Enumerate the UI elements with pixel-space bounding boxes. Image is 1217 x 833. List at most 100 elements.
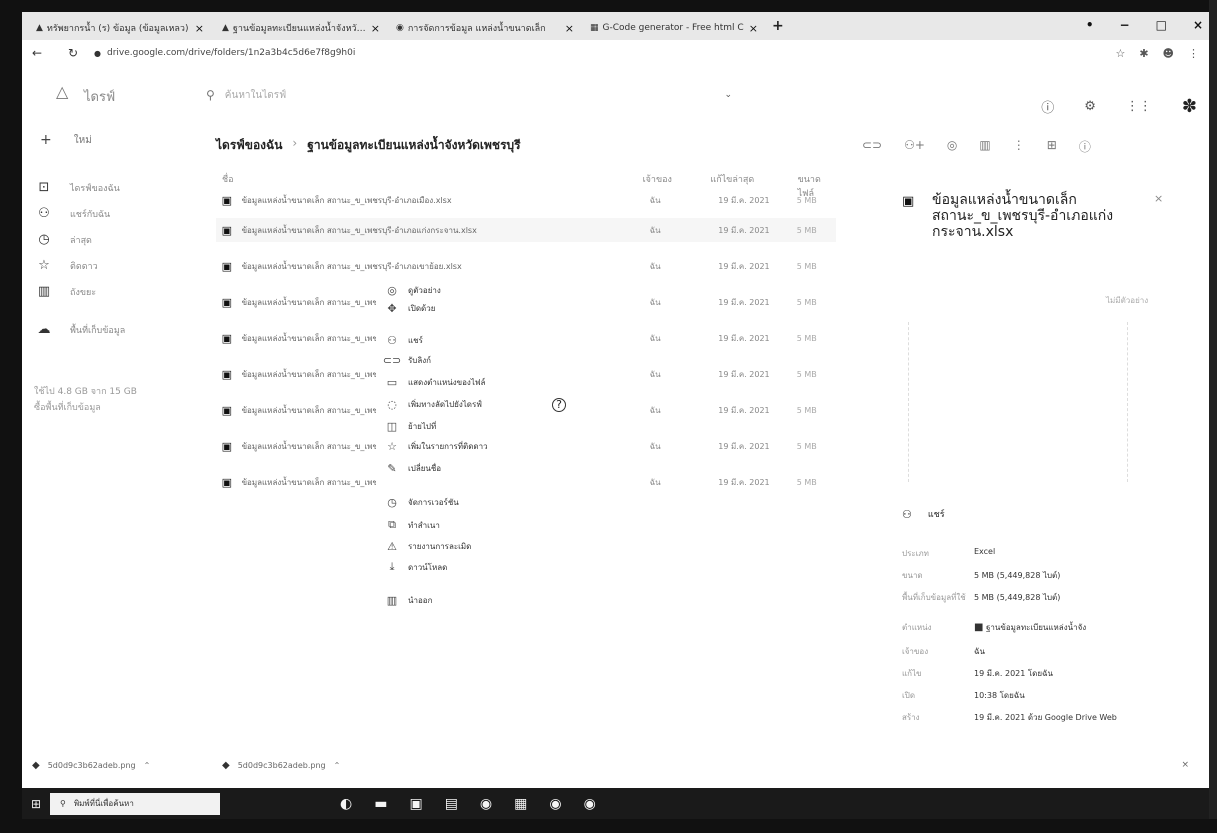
tab-close-icon[interactable]: × [371,22,380,35]
add-person-icon[interactable]: ⚇+ [904,138,925,155]
browser-tab-2[interactable]: ▲ ฐานข้อมูลทะเบียนแหล่งน้ำจังหวัดเพชรบุร… [216,16,386,40]
info-icon[interactable]: ⓘ [1079,138,1091,155]
menu-item-label: เปิดด้วย [408,304,436,313]
sidebar-item-storage[interactable]: ☁ พื้นที่เก็บข้อมูล [36,322,126,337]
profile-dot-icon[interactable]: • [1086,18,1094,32]
search-options-icon[interactable]: ⌄ [724,90,732,100]
apps-icon[interactable]: ⋮⋮ [1126,99,1152,114]
tab-title: G-Code generator - Free html C [602,23,744,33]
explorer-icon[interactable]: ▣ [409,796,422,812]
sidebar-item-my-drive[interactable]: ⊡ ไดรฟ์ของฉัน [36,180,120,195]
back-icon[interactable]: ← [32,46,58,60]
new-button[interactable]: + ใหม่ [40,132,92,148]
edge-icon[interactable]: ◐ [340,796,352,812]
download-item[interactable]: ◆ 5d0d9c3b62adeb.png ⌃ [222,760,402,771]
menu-item-preview[interactable]: ◎ ดูตัวอย่าง [376,284,576,297]
sidebar-item-trash[interactable]: ▥ ถังขยะ [36,284,96,299]
breadcrumb-root[interactable]: ไดรฟ์ของฉัน [216,136,282,155]
search-input[interactable]: ค้นหาในไดรฟ์ [225,88,286,103]
excel-file-icon: ▣ [221,223,232,237]
link-icon[interactable]: ⊂⊃ [862,138,882,155]
menu-item-add-shortcut[interactable]: ◌ เพิ่มทางลัดไปยังไดรฟ์ ? [376,397,576,412]
chrome-icon[interactable]: ◉ [480,796,492,812]
tab-close-icon[interactable]: × [565,22,574,35]
minimize-button[interactable]: − [1120,18,1130,32]
menu-item-open-with[interactable]: ✥ เปิดด้วย [376,302,576,315]
url-field[interactable]: drive.google.com/drive/folders/1n2a3b4c5… [107,48,355,58]
file-row[interactable]: ▣ ข้อมูลแหล่งน้ำขนาดเล็ก สถานะ_ข_เพชรบุร… [216,188,836,212]
grid-view-icon[interactable]: ⊞ [1047,138,1057,155]
starred-icon: ☆ [38,258,50,273]
buy-storage-link[interactable]: ซื้อพื้นที่เก็บข้อมูล [34,400,137,416]
property-value: ฉัน [974,647,985,656]
download-item[interactable]: ◆ 5d0d9c3b62adeb.png ⌃ [32,760,212,771]
chrome-3-icon[interactable]: ◉ [584,796,596,812]
chevron-up-icon[interactable]: ⌃ [334,761,341,770]
tab-close-icon[interactable]: × [195,22,204,35]
star-bookmark-icon[interactable]: ☆ [1115,47,1125,60]
excel-file-icon: ▣ [221,259,232,273]
delete-icon[interactable]: ▥ [979,138,990,155]
extension-icon[interactable]: ✱ [1139,47,1148,60]
more-icon[interactable]: ⋮ [1013,138,1025,155]
menu-item-move[interactable]: ◫ ย้ายไปที่ [376,420,576,433]
sidebar-item-recent[interactable]: ◷ ล่าสุด [36,232,92,247]
menu-item-manage-versions[interactable]: ◷ จัดการเวอร์ชัน [376,496,576,509]
drive-icon: ▲ [222,23,229,33]
drive-logo-icon[interactable]: △ [56,82,68,101]
preview-icon[interactable]: ◎ [947,138,957,155]
menu-item-add-star[interactable]: ☆ เพิ่มในรายการที่ติดดาว [376,440,576,453]
download-file-name: 5d0d9c3b62adeb.png [47,760,136,770]
menu-item-remove[interactable]: ▥ นำออก [376,594,576,607]
drive-logo-text[interactable]: ไดรฟ์ [84,86,115,107]
help-icon[interactable]: ⓘ [1041,97,1054,116]
menu-item-rename[interactable]: ✎ เปลี่ยนชื่อ [376,462,576,475]
menu-item-label: ทำสำเนา [408,520,440,530]
file-row-selected[interactable]: ▣ ข้อมูลแหล่งน้ำขนาดเล็ก สถานะ_ข_เพชรบุร… [216,218,836,242]
close-icon[interactable]: × [1154,192,1163,205]
chrome-2-icon[interactable]: ◉ [549,796,561,812]
reload-icon[interactable]: ↻ [68,46,94,60]
file-row[interactable]: ▣ ข้อมูลแหล่งน้ำขนาดเล็ก สถานะ_ข_เพชรบุร… [216,254,836,278]
excel-file-icon: ▣ [221,331,232,345]
menu-item-share[interactable]: ⚇ แชร์ [376,334,576,347]
account-avatar-icon[interactable]: ✽ [1182,96,1197,117]
sidebar-item-starred[interactable]: ☆ ติดดาว [36,258,97,273]
mail-icon[interactable]: ▬ [374,796,387,812]
downloads-bar: ◆ 5d0d9c3b62adeb.png ⌃ ◆ 5d0d9c3b62adeb.… [22,752,1209,778]
browser-tab-3[interactable]: ◉ การจัดการข้อมูล แหล่งน้ำขนาดเล็ก × [390,16,580,40]
maximize-button[interactable]: □ [1156,18,1167,32]
profile-icon[interactable]: ☻ [1163,47,1174,60]
taskbar-search-input[interactable]: พิมพ์ที่นี่เพื่อค้นหา [74,797,134,810]
sidebar-item-shared[interactable]: ⚇ แชร์กับฉัน [36,206,110,221]
chevron-up-icon[interactable]: ⌃ [144,761,151,770]
search-bar[interactable]: ⚲ ค้นหาในไดรฟ์ ⌄ [206,80,732,110]
browser-tab-4[interactable]: ▦ G-Code generator - Free html C × [584,16,764,40]
close-window-button[interactable]: × [1193,18,1203,32]
menu-item-download[interactable]: ⤓ ดาวน์โหลด [376,560,576,574]
menu-item-report-abuse[interactable]: ⚠ รายงานการละเมิด [376,540,576,553]
settings-icon[interactable]: ⚙ [1084,99,1096,114]
store-icon[interactable]: ▤ [445,796,458,812]
preview-label: ไม่มีตัวอย่าง [1106,296,1149,305]
menu-item-make-copy[interactable]: ⧉ ทำสำเนา [376,518,576,532]
taskbar-search-box[interactable]: ⚲ พิมพ์ที่นี่เพื่อค้นหา [50,792,220,815]
sidebar-item-label: ถังขยะ [70,287,97,298]
photos-icon[interactable]: ▦ [514,796,527,812]
location-value[interactable]: ■ ฐานข้อมูลทะเบียนแหล่งน้ำจัง [974,621,1179,634]
photo-frame-bottom [0,819,1217,833]
browser-tab-1[interactable]: ▲ ทรัพยากรน้ำ (ร) ข้อมูล (ข้อมูลเหลว) × [30,16,210,40]
tab-close-icon[interactable]: × [749,22,758,35]
new-tab-button[interactable]: + [772,18,784,34]
menu-item-label: ดูตัวอย่าง [408,286,441,295]
help-icon[interactable]: ? [552,397,566,412]
file-modified: 19 มี.ค. 2021 [718,441,770,451]
breadcrumb-current[interactable]: ฐานข้อมูลทะเบียนแหล่งน้ำจังหวัดเพชรบุรี [307,136,520,155]
menu-icon[interactable]: ⋮ [1188,47,1199,60]
search-icon[interactable]: ⚲ [206,88,215,102]
close-downloads-icon[interactable]: × [1181,760,1189,770]
menu-item-show-location[interactable]: ▭ แสดงตำแหน่งของไฟล์ [376,376,576,389]
storage-icon: ☁ [37,322,51,337]
windows-start-icon[interactable]: ⊞ [22,797,50,811]
menu-item-get-link[interactable]: ⊂⊃ รับลิงก์ [376,354,576,367]
